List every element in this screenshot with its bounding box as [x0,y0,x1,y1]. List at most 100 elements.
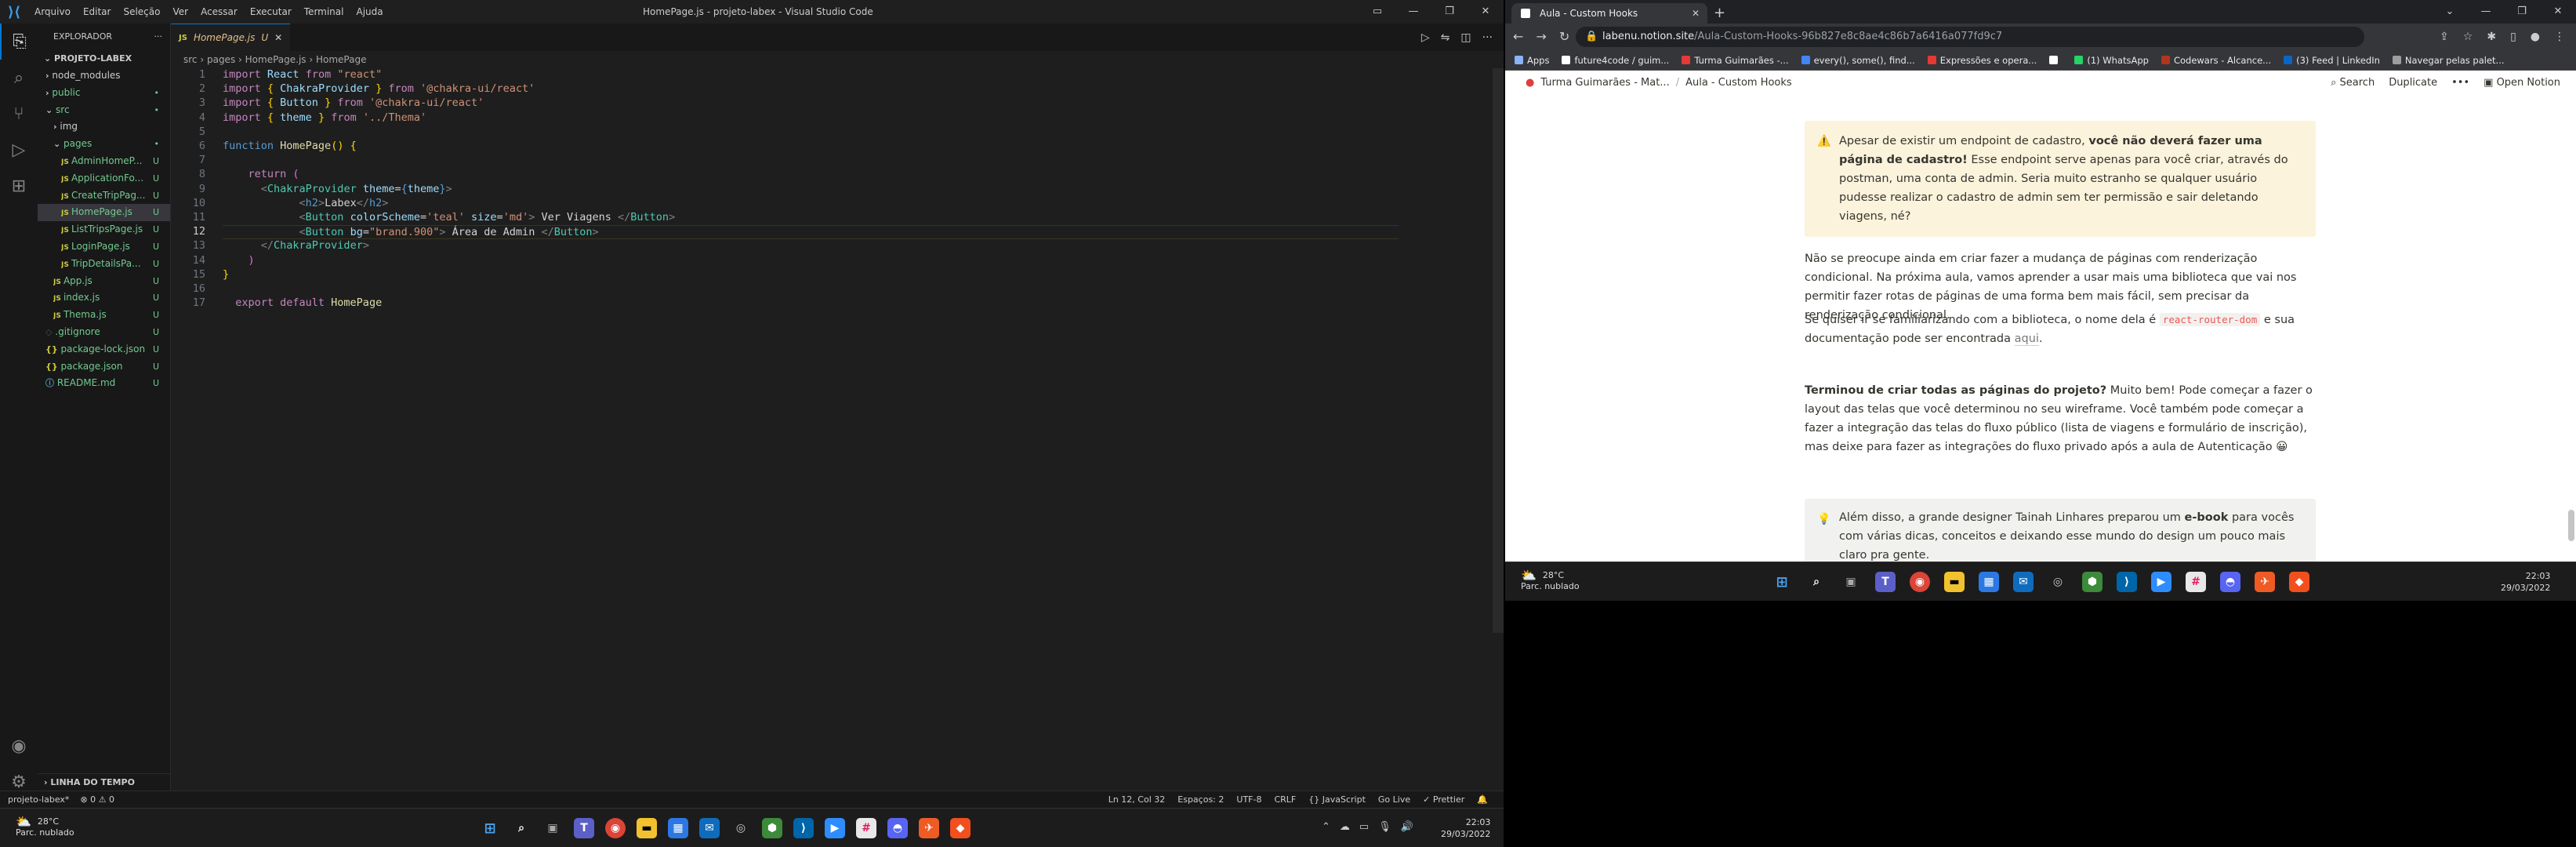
node-icon[interactable]: ⬢ [762,818,782,838]
status-right-item[interactable]: UTF-8 [1236,791,1261,809]
bookmark-item[interactable]: (1) WhatsApp [2074,50,2149,70]
breadcrumb-item[interactable]: HomePage.js [245,54,307,65]
store-icon[interactable]: ▦ [668,818,688,838]
extensions-icon[interactable]: ✱ [2487,24,2496,50]
menu-item-0[interactable]: Arquivo [28,0,77,24]
vscode-taskbar-icon[interactable]: ⟩ [793,818,814,838]
breadcrumb-item[interactable]: HomePage [316,54,367,65]
tree-item[interactable]: JS LoginPage.js U [38,238,170,256]
network-icon[interactable]: ▭ [1359,821,1369,833]
status-right-item[interactable]: CRLF [1274,791,1296,809]
tree-item[interactable]: JS index.js U [38,289,170,307]
tree-item[interactable]: JS CreateTripPag... U [38,187,170,205]
close-tab-icon[interactable]: ✕ [1692,3,1700,24]
breadcrumb-current[interactable]: Aula - Custom Hooks [1685,71,1792,96]
tree-item[interactable]: › img [38,118,170,136]
run-icon[interactable]: ▷ [1421,31,1430,44]
page-scrollbar[interactable] [2568,96,2574,562]
clock[interactable]: 22:03 29/03/2022 [1441,816,1490,840]
menu-item-3[interactable]: Ver [166,0,194,24]
chevron-down-icon[interactable]: ⌄ [2432,0,2468,24]
menu-item-7[interactable]: Ajuda [350,0,389,24]
status-right-item[interactable]: {} JavaScript [1308,791,1366,809]
search-icon[interactable]: ⌕ [1806,572,1827,592]
bookmark-item[interactable]: Turma Guimarães -... [1682,50,1789,70]
status-right-item[interactable]: Ln 12, Col 32 [1108,791,1166,809]
menu-kebab-icon[interactable]: ⋮ [2554,24,2565,50]
breadcrumb-parent[interactable]: Turma Guimarães - Mat... [1540,71,1669,96]
bookmark-item[interactable]: future4code / guim... [1562,50,1669,70]
tree-item[interactable]: JS App.js U [38,273,170,290]
tree-item[interactable]: JS ListTripsPage.js U [38,221,170,238]
tree-item[interactable]: ⓘ README.md U [38,375,170,392]
task-view-icon[interactable]: ▣ [1841,572,1861,592]
project-root[interactable]: ⌄ PROJETO-LABEX [38,50,170,67]
close-icon[interactable]: ✕ [1468,0,1504,24]
restore-icon[interactable]: ❐ [2504,0,2540,24]
tree-item[interactable]: {} package.json U [38,358,170,376]
status-left-item[interactable]: projeto-labex* [8,791,69,809]
sidepanel-icon[interactable]: ▯ [2510,24,2516,50]
tree-item[interactable]: › public • [38,85,170,102]
breadcrumb-item[interactable]: pages [207,54,235,65]
layout-icon[interactable]: ▭ [1359,0,1395,24]
store-icon[interactable]: ▦ [1979,572,1999,592]
browser-tab[interactable]: Aula - Custom Hooks ✕ [1511,3,1707,24]
tree-item[interactable]: › node_modules [38,67,170,85]
cloud-icon[interactable]: ☁ [1340,821,1350,833]
mic-icon[interactable]: 🎙 [1378,821,1391,833]
more-icon[interactable]: ··· [1482,31,1493,44]
timeline-section[interactable]: › LINHA DO TEMPO [38,773,171,791]
docs-link[interactable]: aqui [2014,333,2039,346]
windows-start-icon[interactable]: ⊞ [480,818,500,838]
reload-icon[interactable]: ↻ [1559,24,1569,50]
slack-icon[interactable]: # [856,818,876,838]
figma-icon[interactable]: ◆ [950,818,971,838]
tree-item[interactable]: JS ApplicationFo... U [38,170,170,187]
menu-item-6[interactable]: Terminal [298,0,350,24]
node-icon[interactable]: ⬢ [2082,572,2103,592]
tree-item[interactable]: JS Thema.js U [38,307,170,324]
mail-icon[interactable]: ✉ [699,818,720,838]
teams-icon[interactable]: T [1875,572,1896,592]
more-actions-icon[interactable]: ··· [154,24,163,50]
task-view-icon[interactable]: ▣ [542,818,563,838]
run-debug-icon[interactable]: ▷ [0,132,38,168]
search-icon[interactable]: ⌕ [511,818,532,838]
tree-item[interactable]: JS TripDetailsPa... U [38,256,170,273]
duplicate-button[interactable]: Duplicate [2389,71,2437,96]
extensions-icon[interactable]: ⊞ [0,168,38,204]
status-right-item[interactable]: ✓ Prettier [1423,791,1464,809]
menu-item-5[interactable]: Executar [244,0,298,24]
bookmark-item[interactable]: Expressões e opera... [1927,50,2037,70]
weather-widget[interactable]: ⛅ 28°C Parc. nublado [16,816,74,838]
github-icon[interactable]: ◎ [2048,572,2068,592]
discord-icon[interactable]: ◓ [2220,572,2240,592]
breadcrumb-item[interactable]: src [183,54,198,65]
tree-item[interactable]: JS HomePage.js U [38,204,170,222]
tree-item[interactable]: {} package-lock.json U [38,341,170,358]
file-explorer-icon[interactable]: ▬ [637,818,657,838]
bookmark-item[interactable] [2049,50,2062,70]
compare-icon[interactable]: ⇋ [1441,31,1450,44]
minimize-icon[interactable]: — [1395,0,1431,24]
tree-item[interactable]: ◇ .gitignore U [38,324,170,341]
minimize-icon[interactable]: — [2468,0,2504,24]
slack-icon[interactable]: # [2186,572,2206,592]
menu-item-4[interactable]: Acessar [194,0,244,24]
postman-icon[interactable]: ✈ [919,818,939,838]
postman-icon[interactable]: ✈ [2255,572,2275,592]
file-explorer-icon[interactable]: ▬ [1944,572,1965,592]
split-editor-icon[interactable]: ◫ [1460,31,1471,44]
forward-icon[interactable]: → [1536,24,1546,50]
tree-item[interactable]: ⌄ src • [38,102,170,119]
speaker-icon[interactable]: 🔊 [1401,821,1413,833]
new-tab-icon[interactable]: + [1714,3,1725,24]
weather-widget[interactable]: ⛅ 28°C Parc. nublado [1521,569,1580,592]
status-right-item[interactable]: Go Live [1378,791,1410,809]
status-left-item[interactable]: ⊗ 0 ⚠ 0 [80,791,114,809]
chrome-icon[interactable]: ◉ [1910,572,1930,592]
zoom-icon[interactable]: ▶ [2151,572,2171,592]
clock[interactable]: 22:03 29/03/2022 [2501,570,2550,594]
github-icon[interactable]: ◎ [731,818,751,838]
